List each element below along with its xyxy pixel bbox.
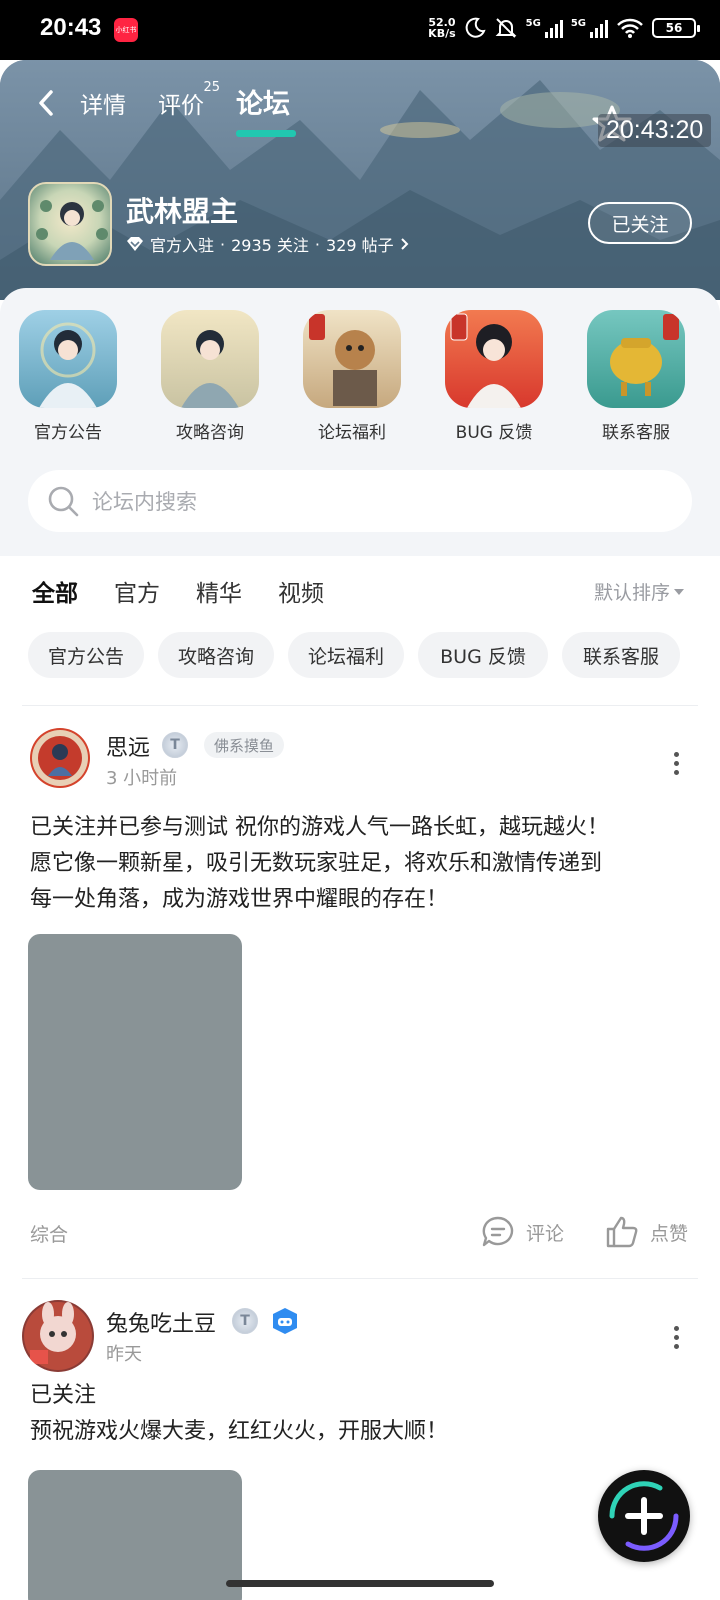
back-arrow-icon[interactable] — [36, 88, 56, 118]
official-diamond-icon — [127, 237, 143, 251]
chip-customer-service[interactable]: 联系客服 — [562, 632, 680, 678]
avatar[interactable] — [22, 1300, 94, 1372]
user-level-badge: T — [162, 732, 188, 758]
signal-icon-2: 5G — [571, 18, 608, 38]
post-time: 昨天 — [106, 1344, 142, 1365]
net-speed: 52.0 KB/s — [428, 17, 455, 39]
chip-welfare[interactable]: 论坛福利 — [288, 632, 404, 678]
status-bar: 20:43 小红书 52.0 KB/s 5G 5G 56 — [0, 0, 720, 60]
category-thumbnail — [181, 330, 239, 408]
category-official-announcement[interactable]: 官方公告 — [18, 310, 118, 443]
mute-bell-icon — [495, 18, 517, 38]
category-bug-feedback[interactable]: BUG 反馈 — [444, 310, 544, 443]
filter-tab-all[interactable]: 全部 — [32, 574, 78, 608]
game-icon[interactable] — [28, 182, 112, 266]
wifi-icon — [617, 18, 643, 38]
post-category[interactable]: 综合 — [30, 1220, 68, 1247]
chip-strategy[interactable]: 攻略咨询 — [158, 632, 274, 678]
tab-details[interactable]: 详情 — [80, 86, 126, 120]
battery-icon: 56 — [652, 18, 700, 38]
search-icon — [48, 486, 79, 517]
sort-label: 默认排序 — [593, 582, 670, 604]
meta-separator: · — [220, 234, 226, 254]
dropdown-triangle-icon — [674, 588, 684, 595]
meta-separator: · — [314, 234, 321, 254]
forum-header: 详情 评价 25 论坛 20:43:20 武林盟主 官方入驻 · 2935 关注 … — [0, 60, 720, 300]
user-title-tag: 佛系摸鱼 — [204, 732, 285, 758]
thumbs-up-icon — [606, 1216, 638, 1248]
gamepad-badge-icon — [273, 1308, 297, 1334]
net-speed-unit: KB/s — [428, 27, 456, 40]
game-name: 武林盟主 — [126, 195, 239, 228]
comment-button[interactable]: 评论 — [480, 1214, 564, 1250]
post-count: 329 帖子 — [326, 236, 394, 255]
chevron-right-icon — [400, 238, 409, 250]
category-label: 论坛福利 — [318, 423, 386, 443]
divider — [22, 1278, 698, 1279]
clock-overlay: 20:43:20 — [598, 114, 712, 147]
tab-reviews[interactable]: 评价 25 — [158, 80, 220, 120]
divider — [22, 705, 698, 706]
category-thumbnail — [309, 314, 377, 406]
signal-icon: 5G — [526, 18, 563, 38]
official-label: 官方入驻 — [150, 236, 215, 255]
more-options-icon[interactable] — [674, 1326, 680, 1350]
filter-tab-featured[interactable]: 精华 — [196, 574, 242, 608]
chip-official-announcement[interactable]: 官方公告 — [28, 632, 144, 678]
home-indicator[interactable] — [226, 1580, 494, 1587]
category-label: 联系客服 — [602, 423, 670, 443]
category-strategy[interactable]: 攻略咨询 — [160, 310, 260, 443]
followed-button[interactable]: 已关注 — [588, 202, 692, 244]
user-level-badge: T — [232, 1308, 258, 1334]
like-label: 点赞 — [650, 1222, 689, 1245]
create-post-button[interactable] — [598, 1470, 690, 1562]
post-text[interactable]: 已关注并已参与测试 祝你的游戏人气一路长虹，越玩越火！ 愿它像一颗新星，吸引无数… — [30, 810, 694, 918]
like-button[interactable]: 点赞 — [604, 1214, 688, 1250]
chip-bug-feedback[interactable]: BUG 反馈 — [418, 632, 548, 678]
status-time: 20:43 — [40, 14, 102, 41]
forum-search-input[interactable]: 论坛内搜索 — [28, 470, 692, 532]
category-panel: 官方公告 攻略咨询 论坛福利 BUG 反馈 联系客服 论坛内搜索 — [0, 288, 720, 556]
tab-forum[interactable]: 论坛 — [236, 82, 290, 121]
category-customer-service[interactable]: 联系客服 — [586, 310, 686, 443]
category-welfare[interactable]: 论坛福利 — [302, 310, 402, 443]
category-thumbnail — [610, 314, 679, 396]
category-label: BUG 反馈 — [455, 423, 533, 443]
category-thumbnail — [39, 322, 97, 408]
follow-count: 2935 关注 — [231, 236, 309, 255]
search-placeholder: 论坛内搜索 — [92, 490, 197, 514]
moon-icon — [465, 17, 486, 38]
category-label: 攻略咨询 — [176, 423, 244, 443]
more-options-icon[interactable] — [674, 752, 680, 776]
active-tab-indicator — [236, 130, 296, 137]
game-meta[interactable]: 官方入驻 · 2935 关注 · 329 帖子 — [126, 232, 410, 256]
post-username[interactable]: 思远 — [106, 730, 150, 762]
avatar[interactable] — [30, 728, 90, 788]
app-notification-icon: 小红书 — [114, 18, 138, 42]
plus-icon — [609, 1481, 679, 1551]
reviews-count: 25 — [203, 80, 220, 95]
post-username[interactable]: 兔兔吃土豆 — [106, 1306, 216, 1338]
category-label: 官方公告 — [34, 423, 102, 443]
filter-tabs: 全部 官方 精华 视频 默认排序 — [0, 556, 720, 626]
comment-icon — [482, 1216, 514, 1247]
post-time: 3 小时前 — [106, 768, 178, 789]
post-image[interactable] — [28, 1470, 242, 1600]
sort-dropdown[interactable]: 默认排序 — [594, 578, 684, 605]
post-text[interactable]: 已关注 预祝游戏火爆大麦，红红火火，开服大顺！ — [30, 1378, 694, 1450]
category-chips: 官方公告 攻略咨询 论坛福利 BUG 反馈 联系客服 — [0, 630, 720, 686]
filter-tab-video[interactable]: 视频 — [278, 574, 324, 608]
post-image[interactable] — [28, 934, 242, 1190]
category-thumbnail — [450, 313, 521, 408]
filter-tab-official[interactable]: 官方 — [114, 574, 160, 608]
comment-label: 评论 — [526, 1222, 565, 1245]
